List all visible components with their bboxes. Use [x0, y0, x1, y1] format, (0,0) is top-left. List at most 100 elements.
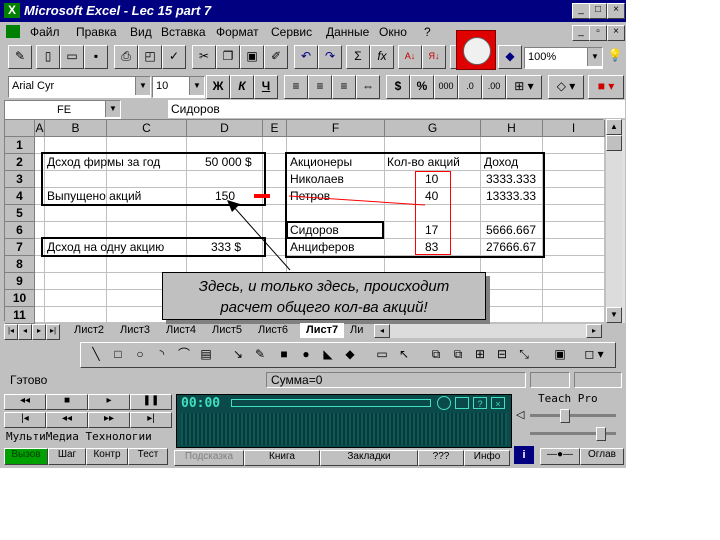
rectangle-tool-icon[interactable]: □	[107, 344, 129, 366]
ellipse-tool-icon[interactable]: ○	[129, 344, 151, 366]
play-button[interactable]: ▸	[88, 394, 130, 410]
function-wizard-icon[interactable]: fx	[370, 45, 394, 69]
tab-sheet2[interactable]: Лист2	[74, 323, 104, 338]
pattern-icon[interactable]: ◻ ▾	[577, 344, 611, 366]
sort-ascending-icon[interactable]: А↓	[398, 45, 422, 69]
textbox-tool-icon[interactable]: ▤	[195, 344, 217, 366]
bookmarks-button[interactable]: Закладки	[320, 450, 418, 466]
help-icon[interactable]: ?	[473, 397, 487, 409]
scroll-right-button[interactable]: ▸	[586, 324, 602, 338]
balance-thumb[interactable]	[596, 427, 606, 441]
test-button[interactable]: Тест	[128, 448, 168, 465]
book-button[interactable]: Книга	[244, 450, 320, 466]
scroll-thumb[interactable]	[606, 135, 622, 151]
doc-minimize-button[interactable]: _	[572, 25, 590, 41]
new-document-icon[interactable]: ▯	[36, 45, 60, 69]
chevron-down-icon[interactable]: ▼	[135, 77, 150, 95]
scroll-left-button[interactable]: ◂	[374, 324, 390, 338]
balance-slider[interactable]	[530, 427, 616, 441]
prev-sheet-icon[interactable]: ◂	[18, 324, 32, 340]
menu-window[interactable]: Окно	[379, 25, 407, 39]
paste-icon[interactable]: ▣	[240, 45, 264, 69]
vertical-scrollbar[interactable]: ▲ ▼	[606, 119, 622, 323]
scroll-up-button[interactable]: ▲	[606, 119, 622, 135]
font-select[interactable]: Arial Cyr ▼	[8, 76, 151, 98]
doc-close-button[interactable]: ×	[607, 25, 625, 41]
arrow-tool-icon[interactable]: ↘	[227, 344, 249, 366]
stop-button[interactable]: ■	[46, 394, 88, 410]
comma-style-icon[interactable]: 000	[434, 75, 458, 99]
back-step-button[interactable]: ◂◂	[46, 412, 88, 428]
currency-button[interactable]: $	[386, 75, 410, 99]
first-sheet-icon[interactable]: |◂	[4, 324, 18, 340]
cut-icon[interactable]: ✂	[192, 45, 216, 69]
save-icon[interactable]: ▪	[84, 45, 108, 69]
forward-step-button[interactable]: ▸▸	[88, 412, 130, 428]
ungroup-icon[interactable]: ⊟	[491, 344, 513, 366]
menu-format[interactable]: Формат	[216, 25, 259, 39]
decrease-decimal-icon[interactable]: .00	[482, 75, 506, 99]
progress-track[interactable]	[231, 399, 431, 407]
tab-sheet6[interactable]: Лист6	[258, 323, 288, 338]
font-size-select[interactable]: 10 ▼	[152, 76, 205, 98]
forward-chapter-button[interactable]: ▸|	[130, 412, 172, 428]
document-icon[interactable]	[6, 25, 20, 38]
redo-icon[interactable]: ↷	[318, 45, 342, 69]
menu-file[interactable]: Файл	[30, 25, 60, 39]
bring-to-front-icon[interactable]: ⧉	[425, 344, 447, 366]
tip-wizard-icon[interactable]: 💡	[604, 45, 626, 67]
control-button[interactable]: Контр	[86, 448, 128, 465]
hint-button[interactable]: Подсказка	[174, 450, 244, 466]
sort-descending-icon[interactable]: Я↓	[422, 45, 446, 69]
close-player-icon[interactable]: ×	[491, 397, 505, 409]
font-color-icon[interactable]: ■ ▾	[588, 75, 624, 99]
button-tool-icon[interactable]: ▭	[371, 344, 393, 366]
view-button[interactable]: Вызов	[4, 448, 48, 465]
next-sheet-icon[interactable]: ▸	[32, 324, 46, 340]
maximize-button[interactable]: □	[589, 3, 607, 19]
line-tool-icon[interactable]: ╲	[85, 344, 107, 366]
increase-decimal-icon[interactable]: .0	[458, 75, 482, 99]
align-left-icon[interactable]: ≡	[284, 75, 308, 99]
copy-icon[interactable]: ❐	[216, 45, 240, 69]
align-right-icon[interactable]: ≡	[332, 75, 356, 99]
drop-shadow-icon[interactable]: ▣	[549, 344, 571, 366]
volume-thumb[interactable]	[560, 409, 570, 423]
volume-slider[interactable]	[530, 409, 616, 423]
align-center-icon[interactable]: ≡	[308, 75, 332, 99]
back-chapter-button[interactable]: |◂	[4, 412, 46, 428]
open-folder-icon[interactable]: ▭	[60, 45, 84, 69]
freeform-tool-icon[interactable]: ⌒	[173, 344, 195, 366]
question-button[interactable]: ???	[418, 450, 464, 466]
spelling-icon[interactable]: ✓	[162, 45, 186, 69]
tab-sheet7-active[interactable]: Лист7	[300, 323, 345, 338]
undo-icon[interactable]: ↶	[294, 45, 318, 69]
contents-button[interactable]: Оглав	[580, 448, 624, 465]
select-objects-icon[interactable]: ↖	[393, 344, 415, 366]
underline-button[interactable]: Ч	[254, 75, 278, 99]
formula-input[interactable]: Сидоров	[168, 100, 625, 118]
autosum-icon[interactable]: Σ	[346, 45, 370, 69]
chevron-down-icon[interactable]: ▼	[189, 77, 204, 95]
wizard-icon[interactable]: ✎	[8, 45, 32, 69]
rewind-button[interactable]: ◂◂	[4, 394, 46, 410]
filled-freeform-icon[interactable]: ◆	[339, 344, 361, 366]
menu-help[interactable]: ?	[424, 25, 431, 39]
group-icon[interactable]: ⊞	[469, 344, 491, 366]
step-button[interactable]: Шаг	[48, 448, 86, 465]
info-icon[interactable]: i	[514, 446, 534, 464]
fill-color-icon[interactable]: ◇ ▾	[548, 75, 584, 99]
menu-edit[interactable]: Правка	[76, 25, 117, 39]
zoom-select[interactable]: 100% ▼	[524, 47, 603, 69]
doc-restore-button[interactable]: ▫	[589, 25, 607, 41]
chevron-down-icon[interactable]: ▼	[105, 101, 120, 117]
italic-button[interactable]: К	[230, 75, 254, 99]
menu-tools[interactable]: Сервис	[271, 25, 312, 39]
filled-ellipse-icon[interactable]: ●	[295, 344, 317, 366]
tab-sheet-partial[interactable]: Ли	[350, 323, 363, 338]
media-toggle-button[interactable]: —●—	[540, 448, 580, 465]
merge-center-icon[interactable]: ⇔	[356, 75, 380, 99]
info-button[interactable]: Инфо	[464, 450, 510, 466]
arc-tool-icon[interactable]: ◝	[151, 344, 173, 366]
format-painter-icon[interactable]: ✐	[264, 45, 288, 69]
